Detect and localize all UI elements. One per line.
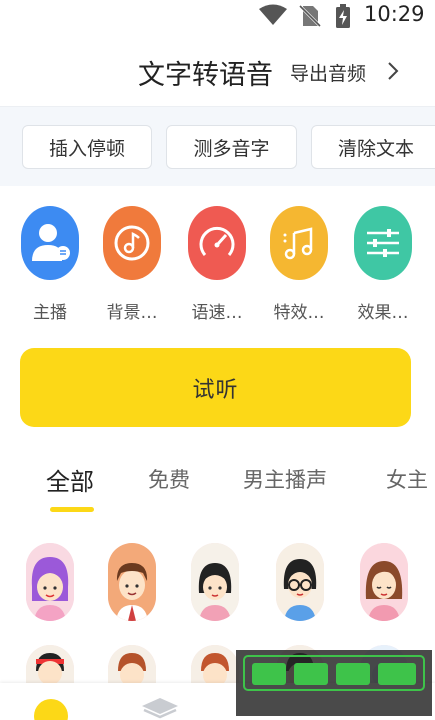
- feature-anchor[interactable]: 主播: [19, 206, 81, 323]
- equalizer-icon: [354, 206, 412, 280]
- feature-label: 语速…: [191, 303, 243, 323]
- no-sim-icon: [298, 4, 322, 28]
- active-tab-indicator: [50, 507, 94, 512]
- tab-all[interactable]: 全部: [46, 462, 94, 497]
- music-note-icon: [103, 206, 161, 280]
- layers-icon[interactable]: [140, 696, 180, 720]
- polyphone-test-button[interactable]: 测多音字: [166, 125, 297, 169]
- feature-background-music[interactable]: 背景…: [101, 206, 163, 323]
- voice-avatar[interactable]: [191, 543, 239, 621]
- clear-text-button[interactable]: 清除文本: [311, 125, 435, 169]
- tab-male-voices[interactable]: 男主播声: [243, 464, 327, 494]
- insert-pause-button[interactable]: 插入停顿: [22, 125, 152, 169]
- feature-special-effects[interactable]: 特效…: [268, 206, 330, 323]
- chevron-right-icon[interactable]: [386, 59, 400, 83]
- status-bar: 10:29: [0, 0, 435, 30]
- voice-avatar[interactable]: [108, 543, 156, 621]
- feature-label: 背景…: [106, 303, 158, 323]
- voice-avatar[interactable]: [276, 543, 324, 621]
- tab-female-voices[interactable]: 女主: [386, 464, 428, 494]
- feature-speech-speed[interactable]: 语速…: [186, 206, 248, 323]
- wifi-icon: [259, 4, 287, 25]
- page-title: 文字转语音: [138, 60, 273, 91]
- watermark-logo: [236, 650, 432, 716]
- anchor-person-icon: [21, 206, 79, 280]
- feature-label: 主播: [33, 303, 67, 323]
- feature-audio-effects[interactable]: 效果…: [352, 206, 414, 323]
- clock: 10:29: [364, 2, 425, 26]
- feature-row: 主播 背景… 语速… 特效… 效果…: [0, 206, 435, 326]
- battery-charging-icon: [336, 4, 350, 28]
- speedometer-icon: [188, 206, 246, 280]
- music-score-icon: [270, 206, 328, 280]
- feature-label: 特效…: [273, 303, 325, 323]
- edit-toolbar: 插入停顿 测多音字 清除文本: [0, 106, 435, 186]
- tab-free[interactable]: 免费: [148, 464, 190, 494]
- export-audio-link[interactable]: 导出音频: [290, 59, 366, 86]
- header: 文字转语音 导出音频: [0, 40, 435, 104]
- feature-label: 效果…: [357, 303, 409, 323]
- voice-avatar[interactable]: [360, 543, 408, 621]
- listen-button[interactable]: 试听: [20, 348, 411, 427]
- voice-avatar[interactable]: [26, 543, 74, 621]
- voice-tab-icon[interactable]: [34, 699, 68, 720]
- voice-category-tabs: 全部 免费 男主播声 女主: [0, 456, 435, 516]
